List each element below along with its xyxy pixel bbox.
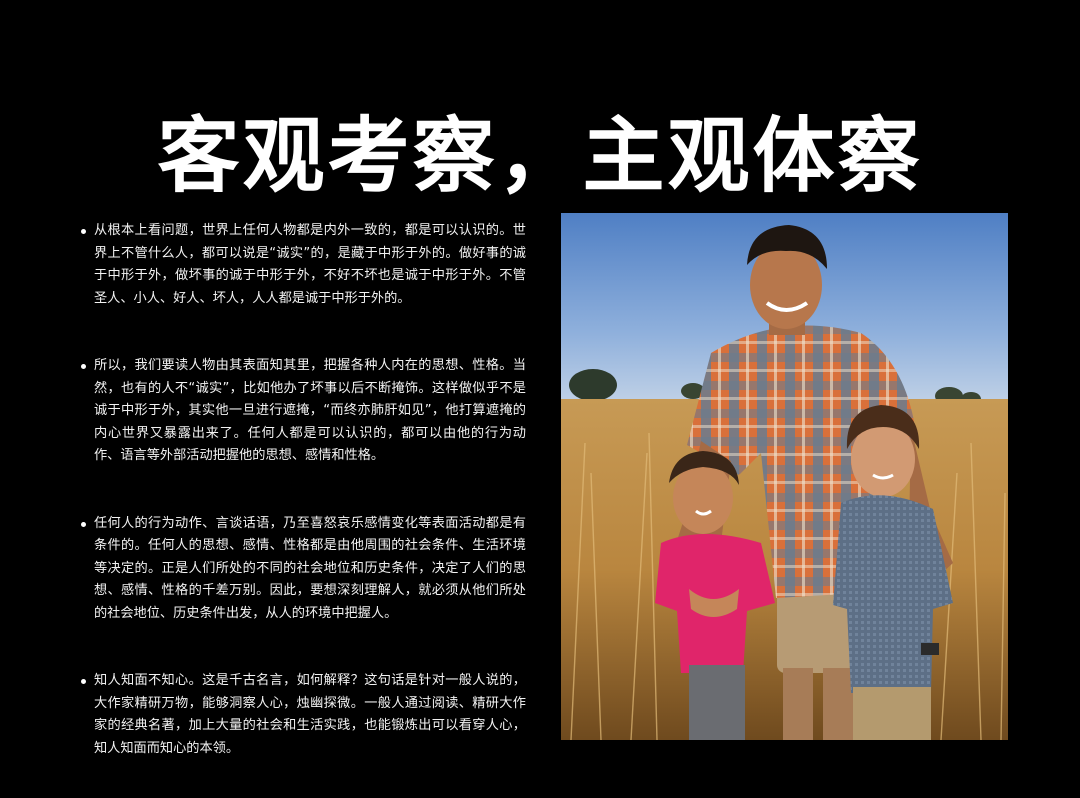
bullet-list: 从根本上看问题，世界上任何人物都是内外一致的，都是可以认识的。世界上不管什么人，… <box>78 220 526 760</box>
bullet-item-1: 从根本上看问题，世界上任何人物都是内外一致的，都是可以认识的。世界上不管什么人，… <box>78 220 526 310</box>
family-photo <box>561 213 1008 740</box>
slide-title: 客观考察，主观体察 <box>157 108 923 204</box>
bullet-item-3: 任何人的行为动作、言谈话语，乃至喜怒哀乐感情变化等表面活动都是有条件的。任何人的… <box>78 513 526 626</box>
bullet-item-2: 所以，我们要读人物由其表面知其里，把握各种人内在的思想、性格。当然，也有的人不“… <box>78 355 526 468</box>
bullet-item-4: 知人知面不知心。这是千古名言，如何解释？这句话是针对一般人说的，大作家精研万物，… <box>78 670 526 760</box>
family-photo-illustration <box>561 213 1008 740</box>
